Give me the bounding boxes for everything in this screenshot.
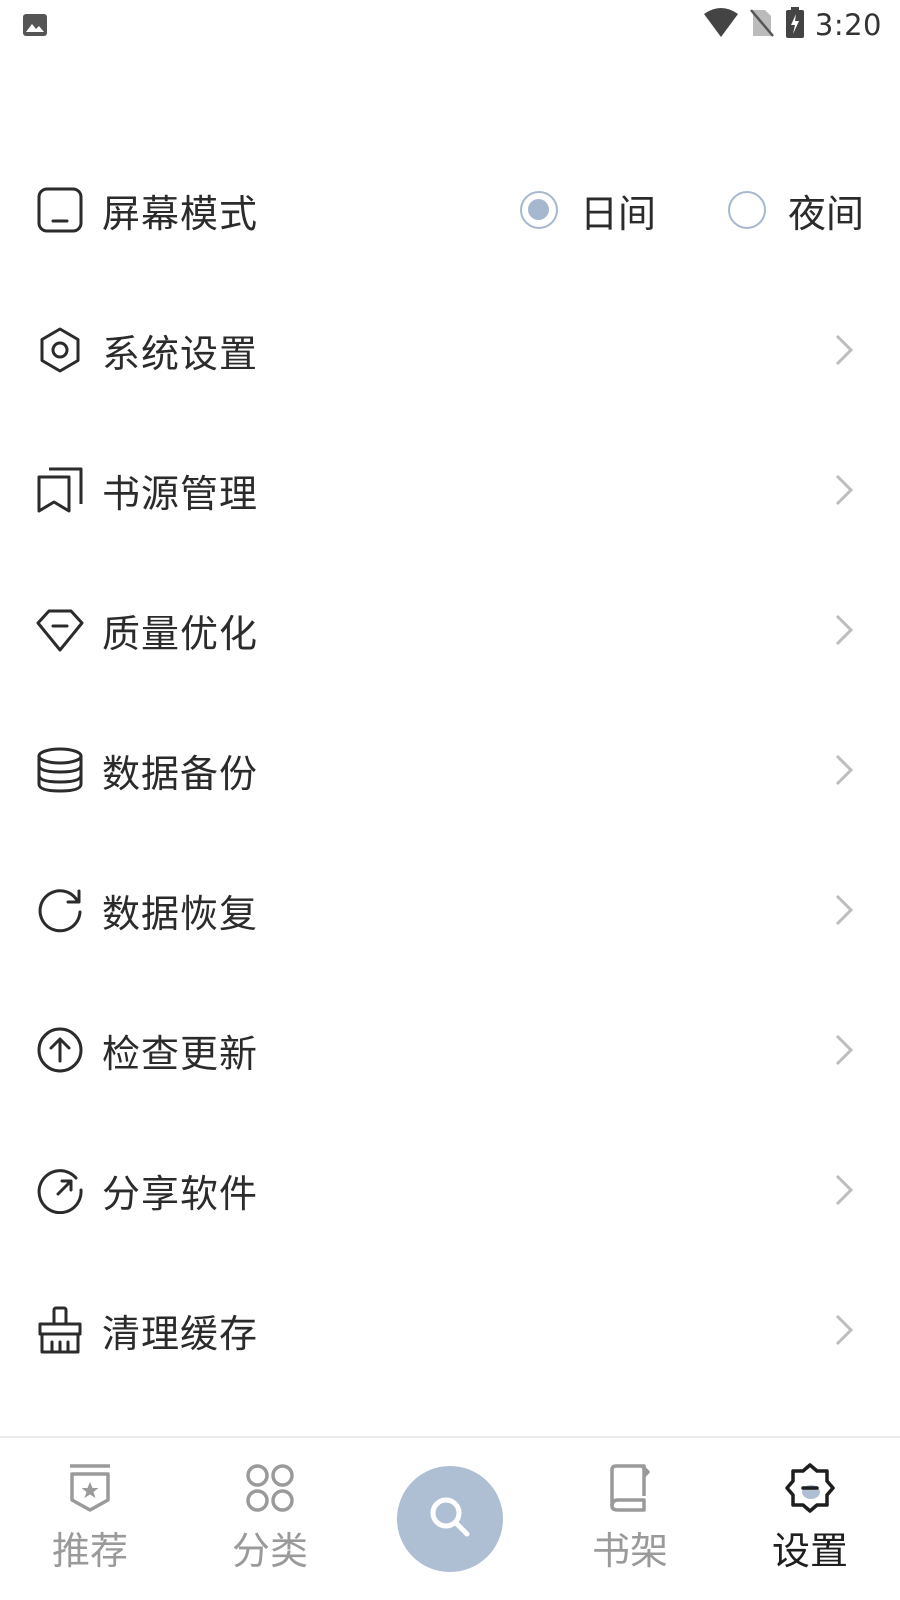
menu-item-share-app[interactable]: 分享软件	[0, 1120, 900, 1260]
tab-label: 设置	[771, 1529, 848, 1573]
battery-charging-icon	[785, 7, 805, 43]
no-sim-icon	[749, 8, 775, 42]
day-mode-radio[interactable]: 日间	[519, 183, 656, 238]
menu-item-check-update[interactable]: 检查更新	[0, 980, 900, 1120]
upload-circle-icon	[36, 1026, 84, 1074]
screen-mode-radio-group: 日间 夜间	[519, 140, 864, 280]
chevron-right-icon	[832, 1172, 856, 1208]
menu-item-quality-optimization[interactable]: 质量优化	[0, 560, 900, 700]
bookmark-icon	[36, 466, 84, 514]
menu-item-label: 书源管理	[102, 471, 259, 516]
menu-item-clear-cache[interactable]: 清理缓存	[0, 1260, 900, 1400]
refresh-icon	[36, 886, 84, 934]
diamond-icon	[36, 606, 84, 654]
chevron-right-icon	[832, 1312, 856, 1348]
tab-bookshelf[interactable]: 书架	[565, 1438, 695, 1600]
menu-item-system-settings[interactable]: 系统设置	[0, 280, 900, 420]
gear-icon	[36, 326, 84, 374]
night-mode-radio[interactable]: 夜间	[727, 183, 864, 238]
book-icon	[604, 1462, 656, 1514]
menu-item-label: 检查更新	[102, 1031, 259, 1076]
screen-mode-label: 屏幕模式	[102, 191, 259, 236]
chevron-right-icon	[832, 892, 856, 928]
menu-item-label: 质量优化	[102, 611, 259, 656]
database-icon	[36, 746, 84, 794]
day-mode-label: 日间	[579, 191, 656, 236]
screen-icon	[36, 186, 84, 234]
radio-unchecked-icon[interactable]	[727, 191, 766, 229]
status-bar: 3:20	[0, 0, 900, 50]
search-button[interactable]	[397, 1466, 503, 1572]
badge-star-icon	[64, 1462, 116, 1514]
screen-mode-row: 屏幕模式 日间 夜间	[0, 140, 900, 280]
search-icon	[426, 1493, 474, 1545]
image-notification-icon	[22, 12, 48, 38]
status-time: 3:20	[814, 8, 882, 42]
tab-category[interactable]: 分类	[205, 1438, 335, 1600]
tab-label: 推荐	[51, 1529, 128, 1573]
menu-item-data-restore[interactable]: 数据恢复	[0, 840, 900, 980]
grid-icon	[244, 1462, 296, 1514]
chevron-right-icon	[832, 472, 856, 508]
brush-icon	[36, 1306, 84, 1354]
bottom-tab-bar: 推荐 分类 书架 设置	[0, 1438, 900, 1600]
settings-menu: 屏幕模式 日间 夜间 系统设置 书源管理 质量优化 数据备份 数据恢复 检查更新…	[0, 140, 900, 1400]
menu-item-label: 清理缓存	[102, 1311, 259, 1356]
tab-label: 分类	[231, 1529, 308, 1573]
menu-item-label: 数据恢复	[102, 891, 259, 936]
tab-recommend[interactable]: 推荐	[25, 1438, 155, 1600]
tab-settings[interactable]: 设置	[745, 1438, 875, 1600]
chevron-right-icon	[832, 332, 856, 368]
menu-item-label: 系统设置	[102, 331, 259, 376]
wifi-icon	[703, 8, 739, 42]
menu-item-book-source[interactable]: 书源管理	[0, 420, 900, 560]
tab-label: 书架	[591, 1529, 668, 1573]
chevron-right-icon	[832, 752, 856, 788]
settings-icon	[784, 1462, 836, 1514]
chevron-right-icon	[832, 1032, 856, 1068]
radio-checked-icon[interactable]	[519, 191, 558, 229]
menu-item-label: 数据备份	[102, 751, 259, 796]
share-icon	[36, 1166, 84, 1214]
menu-item-data-backup[interactable]: 数据备份	[0, 700, 900, 840]
chevron-right-icon	[832, 612, 856, 648]
night-mode-label: 夜间	[787, 191, 864, 236]
menu-item-label: 分享软件	[102, 1171, 259, 1216]
